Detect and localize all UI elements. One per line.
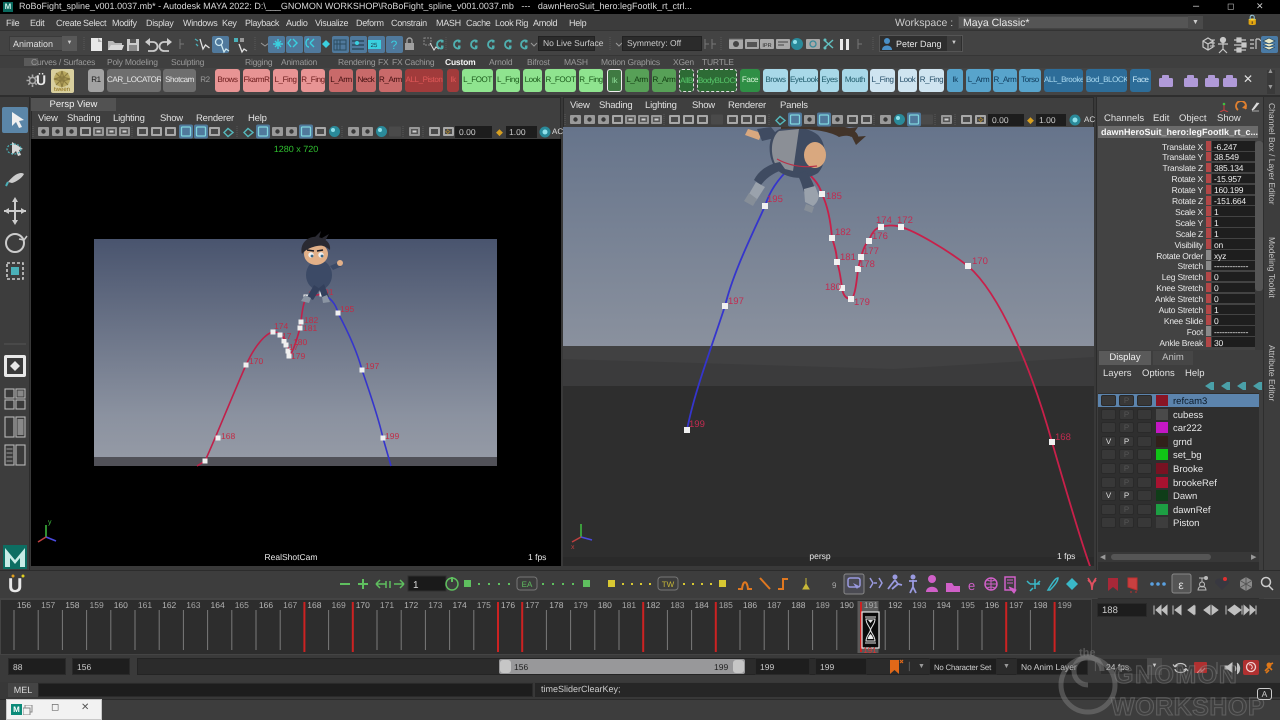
svg-text:167: 167: [283, 600, 297, 610]
svg-text:198: 198: [1033, 600, 1047, 610]
svg-text:174: 174: [876, 215, 892, 226]
svg-text:177: 177: [525, 600, 539, 610]
svg-text:y: y: [48, 519, 52, 526]
svg-text:IPR: IPR: [762, 43, 771, 49]
svg-text:196: 196: [985, 600, 999, 610]
svg-text:182: 182: [646, 600, 660, 610]
svg-text:157: 157: [41, 600, 55, 610]
svg-text:1280 x 720: 1280 x 720: [274, 144, 319, 154]
svg-text:199: 199: [689, 419, 705, 430]
svg-text:194: 194: [937, 600, 951, 610]
svg-text:176: 176: [501, 600, 515, 610]
svg-text:1 fps: 1 fps: [528, 552, 546, 562]
svg-text:170: 170: [972, 256, 988, 267]
svg-text:181: 181: [840, 252, 856, 263]
svg-text:171: 171: [380, 600, 394, 610]
svg-text:9: 9: [832, 581, 837, 590]
svg-text:191: 191: [863, 646, 877, 655]
svg-text:1 fps: 1 fps: [1057, 551, 1075, 561]
svg-text:tween: tween: [54, 87, 70, 93]
svg-text:197: 197: [1009, 600, 1023, 610]
svg-text:158: 158: [65, 600, 79, 610]
svg-text:161: 161: [138, 600, 152, 610]
svg-text:164: 164: [211, 600, 225, 610]
svg-text:195: 195: [767, 194, 783, 205]
svg-text:183: 183: [670, 600, 684, 610]
svg-text:168: 168: [221, 431, 235, 441]
svg-text:177: 177: [863, 246, 879, 257]
svg-text:199: 199: [1058, 600, 1072, 610]
svg-text:GNOMON: GNOMON: [1114, 661, 1238, 689]
svg-text:168: 168: [307, 600, 321, 610]
svg-text:U: U: [8, 575, 22, 597]
svg-text:162: 162: [162, 600, 176, 610]
svg-text:185: 185: [826, 191, 842, 202]
svg-text:166: 166: [259, 600, 273, 610]
svg-text:186: 186: [743, 600, 757, 610]
svg-text:173: 173: [428, 600, 442, 610]
svg-text:159: 159: [90, 600, 104, 610]
svg-text:179: 179: [574, 600, 588, 610]
svg-text:176: 176: [872, 231, 888, 242]
svg-text:172: 172: [897, 215, 913, 226]
svg-text:189: 189: [816, 600, 830, 610]
svg-text:180: 180: [825, 282, 841, 293]
svg-text:197: 197: [728, 296, 744, 307]
svg-text:ε: ε: [1178, 578, 1184, 592]
svg-text:182: 182: [835, 227, 851, 238]
svg-text:1: 1: [413, 580, 419, 591]
svg-text:156: 156: [17, 600, 31, 610]
svg-text:184: 184: [695, 600, 709, 610]
svg-text:EA: EA: [522, 580, 533, 589]
svg-text:174: 174: [274, 321, 288, 331]
svg-text:175: 175: [477, 600, 491, 610]
svg-text:180: 180: [293, 337, 307, 347]
svg-text:195: 195: [340, 304, 354, 314]
svg-text:?: ?: [391, 38, 398, 52]
svg-text:185: 185: [719, 600, 733, 610]
svg-text:180: 180: [598, 600, 612, 610]
svg-text:168: 168: [1055, 432, 1071, 443]
svg-text:182: 182: [304, 315, 318, 325]
svg-text:178: 178: [859, 259, 875, 270]
svg-text:170: 170: [356, 600, 370, 610]
svg-text:188: 188: [791, 600, 805, 610]
svg-text:197: 197: [365, 361, 379, 371]
svg-text:191: 191: [864, 600, 878, 610]
svg-text:190: 190: [840, 600, 854, 610]
svg-text:TW: TW: [662, 580, 675, 589]
svg-text:RealShotCam: RealShotCam: [265, 552, 318, 562]
svg-text:179: 179: [854, 297, 870, 308]
svg-text:25: 25: [371, 42, 378, 49]
svg-text:172: 172: [404, 600, 418, 610]
svg-text:17: 17: [282, 331, 292, 341]
svg-text:165: 165: [235, 600, 249, 610]
svg-text:181: 181: [622, 600, 636, 610]
svg-text:193: 193: [912, 600, 926, 610]
svg-text:160: 160: [114, 600, 128, 610]
svg-text:163: 163: [186, 600, 200, 610]
svg-text:e: e: [968, 578, 975, 593]
svg-text:persp: persp: [809, 551, 831, 561]
svg-text:195: 195: [961, 600, 975, 610]
svg-text:178: 178: [549, 600, 563, 610]
svg-text:169: 169: [332, 600, 346, 610]
svg-text:170: 170: [249, 356, 263, 366]
svg-text:WORKSHOP: WORKSHOP: [1111, 693, 1265, 720]
svg-text:x: x: [571, 544, 575, 551]
svg-text:179: 179: [291, 351, 305, 361]
svg-text:the: the: [1079, 647, 1096, 659]
svg-text:192: 192: [888, 600, 902, 610]
svg-text:174: 174: [453, 600, 467, 610]
svg-text:199: 199: [385, 431, 399, 441]
svg-text:187: 187: [767, 600, 781, 610]
